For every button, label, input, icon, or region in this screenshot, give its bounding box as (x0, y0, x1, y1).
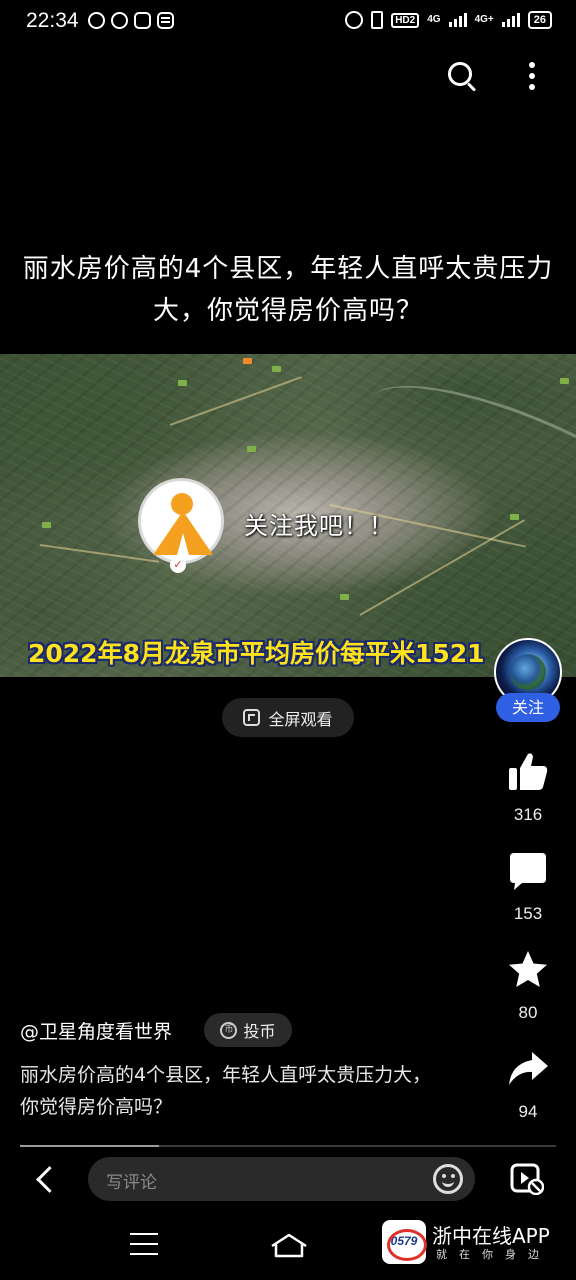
comment-button[interactable]: 153 (498, 849, 558, 924)
network-label: 4G (427, 14, 441, 25)
video-title: 丽水房价高的4个县区，年轻人直呼太贵压力大，你觉得房价高吗？ (22, 254, 554, 326)
app-notification-icon (88, 12, 105, 29)
channel-logo[interactable] (138, 478, 224, 564)
coin-icon: 币 (220, 1021, 238, 1039)
signal-icon (448, 13, 467, 27)
map-poi-marker (272, 366, 281, 372)
map-poi-marker (247, 446, 256, 452)
map-poi-marker (340, 594, 349, 600)
fullscreen-icon (243, 709, 261, 726)
watermark-subtitle: 就在你身边 (436, 1248, 551, 1261)
video-player[interactable]: ✓ 关注我吧！！ 2022年8月龙泉市平均房价每平米1521 (0, 354, 576, 677)
map-poi-marker (510, 514, 519, 520)
share-button[interactable]: 94 (498, 1047, 558, 1122)
map-poi-marker (560, 378, 569, 384)
playback-progress-fill (20, 1145, 160, 1147)
status-bar: 22:34 HD2 4G 4G+ 26 (0, 0, 576, 46)
status-time: 22:34 (26, 9, 79, 32)
fullscreen-button[interactable]: 全屏观看 (222, 698, 354, 737)
fullscreen-label: 全屏观看 (268, 709, 333, 729)
map-poi-marker (178, 380, 187, 386)
checkmark-icon: ✓ (170, 557, 186, 573)
status-indicators: HD2 4G 4G+ 26 (345, 11, 552, 29)
comment-count: 153 (513, 904, 543, 923)
watermark: 0579 浙中在线APP 就在你身边 (380, 1218, 566, 1266)
follow-button[interactable]: 关注 (496, 693, 560, 722)
video-pip-icon[interactable] (510, 1163, 544, 1195)
comment-input[interactable]: 写评论 (88, 1157, 475, 1201)
map-poi-marker (42, 522, 51, 528)
watermark-logo-text: 0579 (390, 1234, 418, 1248)
coin-button[interactable]: 币 投币 (204, 1013, 292, 1047)
coin-label: 投币 (243, 1022, 276, 1041)
network-label-2: 4G+ (474, 14, 494, 25)
message-notification-icon (157, 12, 174, 29)
comment-placeholder: 写评论 (106, 1173, 157, 1193)
favorite-count: 80 (518, 1003, 538, 1022)
share-count: 94 (518, 1102, 538, 1121)
logo-mountain-shape (153, 511, 213, 555)
star-icon (509, 951, 547, 987)
watermark-logo: 0579 (382, 1220, 427, 1264)
video-description: 丽水房价高的4个县区，年轻人直呼太贵压力大，你觉得房价高吗？ (20, 1064, 432, 1118)
app-notification-icon (111, 12, 128, 29)
nav-recent-apps-button[interactable] (130, 1233, 158, 1255)
notification-icons (88, 12, 174, 29)
map-poi-marker (243, 358, 252, 364)
watermark-title: 浙中在线APP (432, 1224, 550, 1248)
like-button[interactable]: 316 (498, 750, 558, 825)
vibrate-icon (371, 11, 384, 29)
follow-me-overlay-text: 关注我吧！！ (244, 512, 394, 540)
map-road (39, 544, 159, 563)
author-name[interactable]: @卫星角度看世界 (20, 1017, 172, 1044)
battery-indicator: 26 (527, 11, 552, 29)
comment-bubble-icon (510, 853, 546, 890)
favorite-button[interactable]: 80 (498, 948, 558, 1023)
chevron-left-icon[interactable] (34, 1162, 58, 1196)
map-road (169, 376, 302, 426)
alarm-icon (345, 11, 364, 29)
hd-voice-badge: HD2 (391, 12, 420, 28)
nav-home-button[interactable] (270, 1232, 308, 1258)
video-caption: 2022年8月龙泉市平均房价每平米1521 (28, 639, 485, 668)
like-count: 316 (513, 805, 543, 824)
search-icon[interactable] (446, 60, 478, 92)
share-arrow-icon (509, 1052, 548, 1085)
thumbs-up-icon (509, 753, 548, 790)
signal-icon-2 (501, 13, 520, 27)
emoji-icon[interactable] (433, 1164, 463, 1194)
app-notification-icon (134, 12, 151, 29)
more-vertical-icon[interactable] (522, 60, 542, 92)
playback-progress-bar[interactable] (20, 1145, 556, 1147)
